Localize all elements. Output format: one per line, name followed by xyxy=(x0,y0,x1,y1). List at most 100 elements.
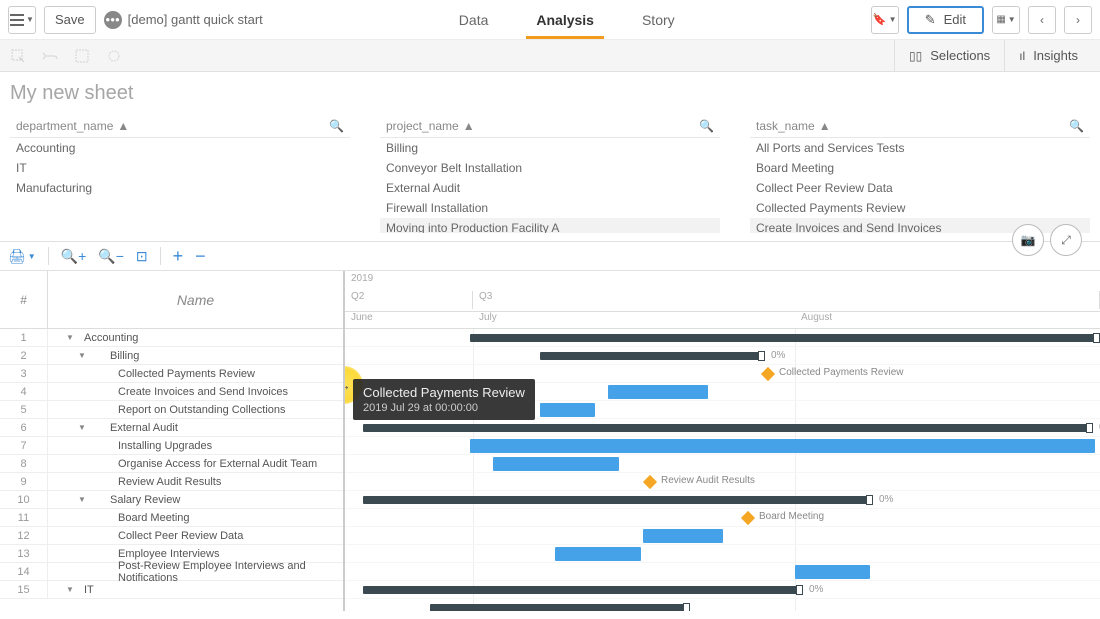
table-row[interactable]: 9Review Audit Results xyxy=(0,473,343,491)
list-item[interactable]: Moving into Production Facility A xyxy=(380,218,720,233)
summary-bar[interactable] xyxy=(540,352,765,360)
gantt-row[interactable] xyxy=(345,527,1100,545)
table-row[interactable]: 10▼Salary Review xyxy=(0,491,343,509)
sheets-button[interactable]: ▦▼ xyxy=(992,6,1020,34)
snapshot-button[interactable]: 📷 xyxy=(1012,224,1044,256)
task-bar[interactable] xyxy=(795,565,870,579)
selections-tool-button[interactable]: ▯▯ Selections xyxy=(894,40,1004,71)
fullscreen-button[interactable]: ⤢ xyxy=(1050,224,1082,256)
list-item[interactable]: Collected Payments Review xyxy=(750,198,1090,218)
milestone-diamond[interactable] xyxy=(643,475,657,489)
expand-all-button[interactable]: + xyxy=(173,246,184,267)
table-row[interactable]: 12Collect Peer Review Data xyxy=(0,527,343,545)
gantt-row[interactable]: Board Meeting xyxy=(345,509,1100,527)
grid-header-num[interactable]: # xyxy=(0,271,48,328)
table-row[interactable]: 14Post-Review Employee Interviews and No… xyxy=(0,563,343,581)
gantt-row[interactable] xyxy=(345,437,1100,455)
list-item[interactable]: External Audit xyxy=(380,178,720,198)
list-item[interactable]: Billing xyxy=(380,138,720,158)
prev-sheet-button[interactable]: ‹ xyxy=(1028,6,1056,34)
gantt-row[interactable]: 0% xyxy=(345,419,1100,437)
expand-icon[interactable]: ▼ xyxy=(76,495,88,504)
summary-bar[interactable] xyxy=(470,334,1100,342)
table-row[interactable]: 11Board Meeting xyxy=(0,509,343,527)
time-month: August xyxy=(795,311,1100,329)
list-item[interactable]: Firewall Installation xyxy=(380,198,720,218)
list-item[interactable]: Accounting xyxy=(10,138,350,158)
tab-story[interactable]: Story xyxy=(638,0,679,39)
gantt-row[interactable] xyxy=(345,599,1100,611)
list-item[interactable]: Manufacturing xyxy=(10,178,350,198)
table-row[interactable]: 3Collected Payments Review xyxy=(0,365,343,383)
collapse-all-button[interactable]: − xyxy=(195,246,206,267)
search-icon xyxy=(11,49,25,63)
gantt-row[interactable]: 0% xyxy=(345,491,1100,509)
grid-header-name[interactable]: Name xyxy=(48,271,343,328)
edit-button[interactable]: ✎Edit xyxy=(907,6,984,34)
time-month: June xyxy=(345,311,473,329)
milestone-diamond[interactable] xyxy=(741,511,755,525)
table-row[interactable]: 7Installing Upgrades xyxy=(0,437,343,455)
task-bar[interactable] xyxy=(470,439,1095,453)
menu-button[interactable]: ▼ xyxy=(8,6,36,34)
step-back-button[interactable] xyxy=(40,46,60,66)
gantt-row[interactable]: 0% xyxy=(345,329,1100,347)
task-bar[interactable] xyxy=(540,403,595,417)
list-item[interactable]: IT xyxy=(10,158,350,178)
milestone-diamond[interactable] xyxy=(761,367,775,381)
summary-bar[interactable] xyxy=(430,604,690,611)
list-item[interactable]: All Ports and Services Tests xyxy=(750,138,1090,158)
gantt-row[interactable] xyxy=(345,455,1100,473)
next-sheet-button[interactable]: › xyxy=(1064,6,1092,34)
selections-bar: ▯▯ Selections ıl Insights xyxy=(0,40,1100,72)
clear-selections-button[interactable] xyxy=(72,46,92,66)
task-bar[interactable] xyxy=(555,547,641,561)
expand-icon[interactable]: ▼ xyxy=(64,585,76,594)
summary-bar[interactable] xyxy=(363,586,803,594)
filter-header[interactable]: department_name▲ 🔍 xyxy=(10,115,350,138)
table-row[interactable]: 5Report on Outstanding Collections xyxy=(0,401,343,419)
print-icon: 🖨 xyxy=(8,248,26,265)
filter-header[interactable]: project_name▲ 🔍 xyxy=(380,115,720,138)
expand-icon[interactable]: ▼ xyxy=(76,423,88,432)
zoom-out-button[interactable]: 🔍− xyxy=(98,248,124,265)
insights-button[interactable]: ıl Insights xyxy=(1004,40,1092,71)
smart-search-button[interactable] xyxy=(8,46,28,66)
gantt-row[interactable] xyxy=(345,545,1100,563)
table-row[interactable]: 8Organise Access for External Audit Team xyxy=(0,455,343,473)
task-bar[interactable] xyxy=(608,385,708,399)
gantt-row[interactable] xyxy=(345,563,1100,581)
list-item[interactable]: Conveyor Belt Installation xyxy=(380,158,720,178)
gantt-timeline[interactable]: 2019 Q2 Q3 June July August 0%0%Collecte… xyxy=(345,271,1100,611)
milestone-label: Review Audit Results xyxy=(661,475,755,486)
search-icon[interactable]: 🔍 xyxy=(1069,119,1084,133)
list-item[interactable]: Collect Peer Review Data xyxy=(750,178,1090,198)
zoom-in-button[interactable]: 🔍+ xyxy=(61,248,87,265)
gantt-row[interactable]: Review Audit Results xyxy=(345,473,1100,491)
sheet-title[interactable]: My new sheet xyxy=(10,82,1090,105)
task-bar[interactable] xyxy=(643,529,723,543)
gantt-row[interactable]: 0% xyxy=(345,347,1100,365)
tab-data[interactable]: Data xyxy=(455,0,493,39)
zoom-fit-button[interactable]: ⊡ xyxy=(136,248,148,265)
bookmark-button[interactable]: 🔖▼ xyxy=(871,6,899,34)
table-row[interactable]: 4Create Invoices and Send Invoices xyxy=(0,383,343,401)
summary-bar[interactable] xyxy=(363,496,873,504)
save-button[interactable]: Save xyxy=(44,6,96,34)
print-button[interactable]: 🖨▼ xyxy=(8,248,36,265)
task-bar[interactable] xyxy=(493,457,619,471)
table-row[interactable]: 6▼External Audit xyxy=(0,419,343,437)
search-icon[interactable]: 🔍 xyxy=(699,119,714,133)
table-row[interactable]: 15▼IT xyxy=(0,581,343,599)
step-forward-button[interactable] xyxy=(104,46,124,66)
expand-icon[interactable]: ▼ xyxy=(64,333,76,342)
gantt-row[interactable]: 0% xyxy=(345,581,1100,599)
expand-icon[interactable]: ▼ xyxy=(76,351,88,360)
table-row[interactable]: 2▼Billing xyxy=(0,347,343,365)
filter-header[interactable]: task_name▲ 🔍 xyxy=(750,115,1090,138)
list-item[interactable]: Board Meeting xyxy=(750,158,1090,178)
table-row[interactable]: 1▼Accounting xyxy=(0,329,343,347)
tab-analysis[interactable]: Analysis xyxy=(532,0,598,39)
search-icon[interactable]: 🔍 xyxy=(329,119,344,133)
summary-bar[interactable] xyxy=(363,424,1093,432)
